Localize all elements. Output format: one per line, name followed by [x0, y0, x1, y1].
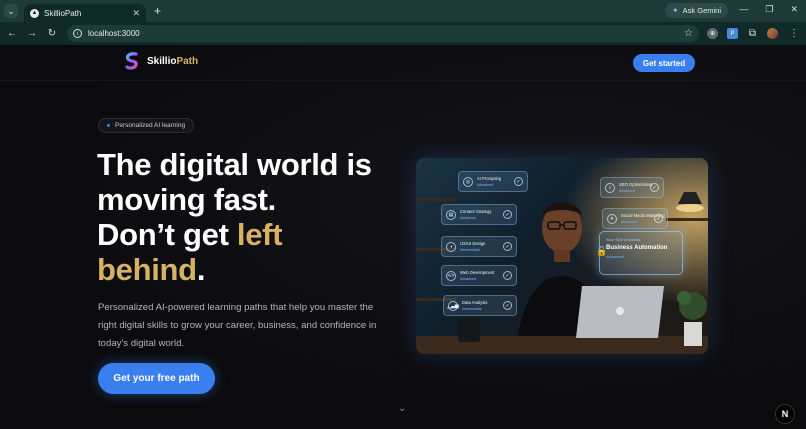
ask-gemini-button[interactable]: ✦ Ask Gemini: [664, 3, 728, 18]
close-icon[interactable]: ✕: [132, 8, 140, 19]
skill-card: ◑ UX/UI Design Intermediate ✓: [441, 236, 517, 257]
menu-kebab-icon[interactable]: ⋮: [789, 28, 799, 39]
page: SkillioPath Get started Personalized AI …: [0, 45, 806, 429]
minimize-icon[interactable]: —: [739, 4, 748, 15]
get-free-path-button[interactable]: Get your free path: [98, 363, 215, 394]
browser-tab-strip: ⌄ ▲ SkillioPath ✕ + ✦ Ask Gemini — ❐ ✕: [0, 0, 806, 22]
skill-card: ◎ AI Prompting Advanced ✓: [458, 171, 528, 192]
hero-subtitle: Personalized AI-powered learning paths t…: [98, 302, 377, 349]
check-icon: ✓: [654, 214, 663, 223]
skill-card: </> Web Development Advanced ✓: [441, 265, 517, 286]
skill-icon: ◑: [446, 241, 456, 252]
hero-title-line-3-text: Don’t get: [97, 217, 237, 252]
url-text[interactable]: localhost:3000: [88, 29, 678, 38]
extensions-icon[interactable]: ⧉: [747, 28, 758, 39]
hero-title-highlight-left: left: [236, 217, 283, 252]
get-started-button[interactable]: Get started: [633, 54, 695, 72]
check-icon: ✓: [503, 210, 512, 219]
address-bar[interactable]: i localhost:3000 ☆: [67, 25, 699, 42]
skill-card-level: Advanced: [619, 188, 635, 193]
skill-card-level: Advanced: [477, 182, 493, 187]
hero-title-line-4: behind.: [97, 252, 397, 287]
address-toolbar: ← → ↻ i localhost:3000 ☆ ⊕ P ⧉ ⋮: [0, 22, 806, 45]
skill-card-level: Advanced: [460, 215, 476, 220]
lock-icon: 🔓: [596, 246, 608, 256]
gemini-icon: ✦: [671, 6, 679, 15]
favicon-icon: ▲: [30, 8, 39, 18]
badge-label: Personalized AI learning: [115, 122, 186, 129]
profile-avatar-icon[interactable]: [767, 28, 778, 39]
brand-name-second: Path: [176, 55, 199, 67]
window-controls: — ❐ ✕: [739, 4, 798, 15]
unlocked-skill-kicker: Your Skill Unlocked: [606, 237, 641, 242]
skill-icon: ▁▃▅: [447, 300, 459, 311]
hero-title-highlight-behind: behind: [97, 252, 197, 287]
skill-icon: ▤: [446, 209, 456, 220]
reload-icon[interactable]: ↻: [45, 28, 59, 39]
skill-icon: ◎: [463, 176, 473, 187]
site-info-icon[interactable]: i: [73, 29, 82, 38]
bookmark-star-icon[interactable]: ☆: [684, 28, 693, 39]
skill-card-level: Advanced: [460, 276, 476, 281]
skill-icon: </>: [446, 270, 456, 281]
check-icon: ✓: [503, 271, 512, 280]
check-icon: ✓: [503, 301, 512, 310]
skill-card-level: Intermediate: [460, 247, 480, 252]
extensions-row: ⊕ P ⧉ ⋮: [707, 28, 799, 39]
skill-card: ▤ Content Strategy Advanced ✓: [441, 204, 517, 225]
hero-badge: Personalized AI learning: [98, 118, 195, 133]
extension-icon[interactable]: ⊕: [707, 28, 718, 39]
skill-card: ⌕ SEO Optimization Advanced ✓: [600, 177, 664, 198]
tab-search-icon[interactable]: ⌄: [4, 4, 18, 18]
skill-card: ▁▃▅ Data Analysis Intermediate ✓: [443, 295, 517, 316]
forward-icon[interactable]: →: [25, 28, 39, 39]
hero-title-line-3: Don’t get left: [97, 217, 397, 252]
brand-name: SkillioPath: [147, 56, 198, 67]
check-icon: ✓: [650, 183, 659, 192]
browser-tab[interactable]: ▲ SkillioPath ✕: [24, 4, 146, 22]
ask-gemini-label: Ask Gemini: [682, 6, 721, 15]
skill-card: ✈ Social Media Marketing Advanced ✓: [602, 208, 668, 229]
skill-card-level: Intermediate: [462, 306, 482, 311]
hero-title-period: .: [196, 252, 206, 287]
unlocked-skill-name: Business Automation: [606, 245, 668, 251]
restore-icon[interactable]: ❐: [765, 4, 773, 15]
extension-blue-icon[interactable]: P: [727, 28, 738, 39]
back-icon[interactable]: ←: [5, 28, 19, 39]
skill-icon: ✈: [607, 213, 617, 224]
brand-name-first: Skillio: [147, 55, 177, 67]
check-icon: ✓: [514, 177, 523, 186]
unlocked-skill-card: 🔓 Your Skill Unlocked Business Automatio…: [596, 231, 683, 275]
hero-illustration: ◎ AI Prompting Advanced ✓ ▤ Content Strat…: [416, 158, 708, 354]
new-tab-button[interactable]: +: [154, 4, 161, 18]
brand-logo[interactable]: SkillioPath: [124, 52, 198, 70]
hero-title-line-2: moving fast.: [97, 182, 276, 217]
chevron-down-icon[interactable]: ⌄: [398, 403, 406, 414]
skill-icon: ⌕: [605, 182, 615, 193]
window-close-icon[interactable]: ✕: [790, 4, 798, 15]
tab-title: SkillioPath: [44, 8, 82, 18]
check-icon: ✓: [503, 242, 512, 251]
site-header: SkillioPath Get started: [0, 45, 806, 81]
logo-icon: [125, 52, 138, 70]
unlocked-skill-level: Advanced: [606, 254, 624, 259]
hero-title-line-1: The digital world is: [97, 147, 372, 182]
nextjs-icon[interactable]: N: [775, 404, 795, 424]
badge-dot-icon: [107, 124, 110, 127]
hero-title: The digital world is moving fast. Don’t …: [97, 147, 397, 287]
